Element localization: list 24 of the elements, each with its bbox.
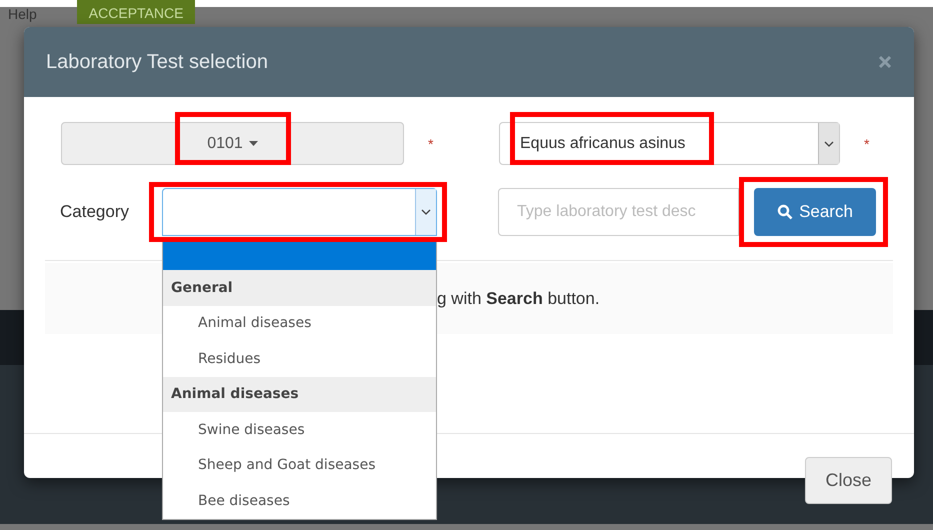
category-select[interactable] (162, 188, 437, 236)
chevron-down-icon (421, 209, 431, 215)
environment-badge: ACCEPTANCE (76, 0, 196, 24)
dropdown-option[interactable]: Bee diseases (163, 483, 436, 518)
search-button[interactable]: Search (754, 188, 876, 236)
caret-icon (248, 141, 258, 146)
info-text: g with Search button. (437, 288, 600, 308)
option-group-header: Animal diseases (163, 376, 436, 412)
required-mark: * (427, 136, 434, 152)
dialog-title: Laboratory Test selection (46, 50, 268, 74)
search-field[interactable]: Type laboratory test desc (498, 188, 739, 236)
close-icon[interactable] (878, 55, 892, 69)
search-icon (777, 204, 794, 220)
option-group-header: General (163, 270, 436, 306)
species-select[interactable]: Equus africanus asinus (499, 122, 840, 165)
dropdown-option[interactable]: Swine diseases (163, 412, 436, 448)
chevron-down-icon (824, 140, 834, 146)
required-mark: * (863, 136, 870, 152)
dropdown-option[interactable]: Residues (163, 341, 436, 376)
code-dropdown-button[interactable]: 0101 (61, 122, 404, 165)
dropdown-option[interactable]: Animal diseases (163, 306, 436, 341)
close-button[interactable]: Close (805, 457, 892, 504)
dropdown-option[interactable]: Sheep and Goat diseases (163, 448, 436, 483)
category-label: Category (60, 202, 130, 222)
